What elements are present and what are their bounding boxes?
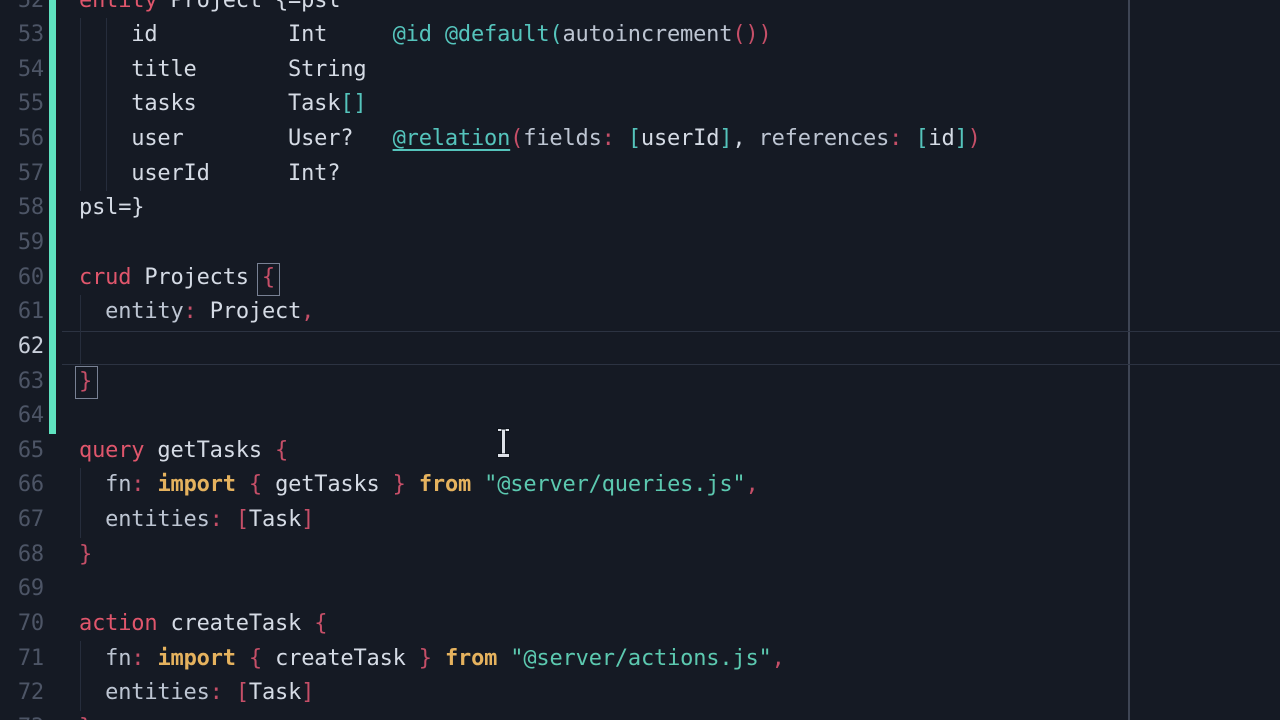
code-line-58[interactable]: 58 psl=} <box>0 191 1280 226</box>
line-number: 57 <box>0 157 44 192</box>
line-number: 52 <box>0 0 44 18</box>
code-line-65[interactable]: 65 query getTasks { <box>0 434 1280 469</box>
line-number: 59 <box>0 226 44 261</box>
code-line-55[interactable]: 55 tasks Task[] <box>0 87 1280 122</box>
code-line-content[interactable]: fn: import { createTask } from "@server/… <box>79 642 785 677</box>
gutter-change-bar <box>49 0 56 434</box>
code-line-54[interactable]: 54 title String <box>0 53 1280 88</box>
line-number: 66 <box>0 468 44 503</box>
line-number: 65 <box>0 434 44 469</box>
code-line-content[interactable]: psl=} <box>79 191 144 226</box>
bracket-match-box <box>257 263 280 296</box>
code-line-content[interactable]: entities: [Task] <box>79 676 314 711</box>
line-number: 69 <box>0 572 44 607</box>
code-line-71[interactable]: 71 fn: import { createTask } from "@serv… <box>0 642 1280 677</box>
line-number: 64 <box>0 399 44 434</box>
code-line-content[interactable]: userId Int? <box>79 157 340 192</box>
code-line-57[interactable]: 57 userId Int? <box>0 157 1280 192</box>
line-number: 73 <box>0 711 44 720</box>
line-number: 53 <box>0 18 44 53</box>
line-number: 67 <box>0 503 44 538</box>
code-line-52[interactable]: 52 entity Project {=psl <box>0 0 1280 18</box>
code-line-66[interactable]: 66 fn: import { getTasks } from "@server… <box>0 468 1280 503</box>
line-number: 60 <box>0 261 44 296</box>
mouse-ibeam-cursor <box>496 428 511 457</box>
line-number: 71 <box>0 642 44 677</box>
code-line-56[interactable]: 56 user User? @relation(fields: [userId]… <box>0 122 1280 157</box>
code-line-content[interactable]: entities: [Task] <box>79 503 314 538</box>
code-line-70[interactable]: 70 action createTask { <box>0 607 1280 642</box>
code-line-content[interactable]: tasks Task[] <box>79 87 366 122</box>
code-line-content[interactable]: } <box>79 711 92 720</box>
code-line-content[interactable]: title String <box>79 53 366 88</box>
code-line-content[interactable]: crud Projects { <box>79 261 275 296</box>
code-line-59[interactable]: 59 <box>0 226 1280 261</box>
code-line-62[interactable]: 62 <box>0 330 1280 365</box>
line-number: 54 <box>0 53 44 88</box>
code-line-content[interactable]: action createTask { <box>79 607 327 642</box>
error-squiggle <box>73 361 101 369</box>
line-number: 62 <box>0 330 44 365</box>
line-number: 70 <box>0 607 44 642</box>
code-line-69[interactable]: 69 <box>0 572 1280 607</box>
line-number: 61 <box>0 295 44 330</box>
line-number: 55 <box>0 87 44 122</box>
code-line-73[interactable]: 73} <box>0 711 1280 720</box>
code-line-content[interactable]: user User? @relation(fields: [userId], r… <box>79 122 981 157</box>
line-number: 56 <box>0 122 44 157</box>
line-number: 63 <box>0 365 44 400</box>
error-squiggle <box>77 393 96 401</box>
code-line-content[interactable]: fn: import { getTasks } from "@server/qu… <box>79 468 759 503</box>
code-line-content[interactable]: id Int @id @default(autoincrement()) <box>79 18 772 53</box>
code-line-64[interactable]: 64 <box>0 399 1280 434</box>
code-editor[interactable]: 52entity Project {=psl53 id Int @id @def… <box>0 0 1280 720</box>
code-line-63[interactable]: 63} <box>0 365 1280 400</box>
code-line-72[interactable]: 72 entities: [Task] <box>0 676 1280 711</box>
code-line-content[interactable]: query getTasks { <box>79 434 288 469</box>
line-number: 72 <box>0 676 44 711</box>
code-lines[interactable]: 52entity Project {=psl53 id Int @id @def… <box>0 0 1280 720</box>
code-line-content[interactable]: } <box>79 538 92 573</box>
code-line-content[interactable]: entity Project {=psl <box>79 0 340 18</box>
line-number: 58 <box>0 191 44 226</box>
code-line-67[interactable]: 67 entities: [Task] <box>0 503 1280 538</box>
code-line-60[interactable]: 60 crud Projects { <box>0 261 1280 296</box>
error-squiggle <box>77 324 316 332</box>
code-line-68[interactable]: 68} <box>0 538 1280 573</box>
line-number: 68 <box>0 538 44 573</box>
code-line-53[interactable]: 53 id Int @id @default(autoincrement()) <box>0 18 1280 53</box>
